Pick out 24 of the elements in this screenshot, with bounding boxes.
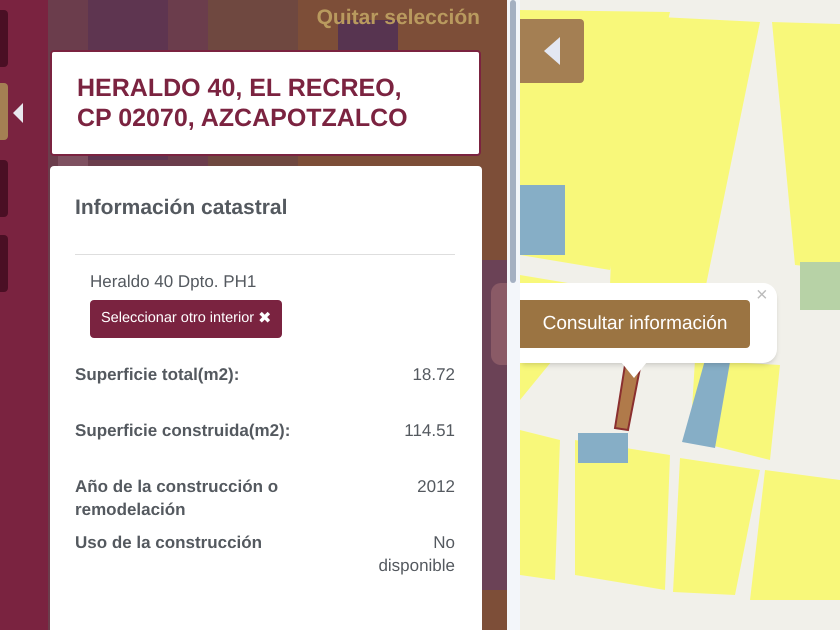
scrollbar[interactable]: [507, 0, 520, 630]
sidebar-tab[interactable]: [0, 160, 8, 217]
field-value: 18.72: [411, 364, 455, 386]
collapse-button[interactable]: [520, 19, 584, 83]
sidebar-tab[interactable]: [0, 83, 8, 140]
popup-pointer-icon: [621, 362, 647, 378]
unit-label: Heraldo 40 Dpto. PH1: [90, 270, 258, 292]
consult-info-button[interactable]: Consultar información: [520, 300, 750, 348]
field-label: Uso de la construcción: [75, 532, 264, 554]
field-value: 2012: [416, 476, 455, 498]
field-label: Superficie total(m2):: [75, 364, 240, 386]
field-label: Superficie construida(m2):: [75, 420, 292, 442]
sidebar-tab[interactable]: [0, 10, 8, 67]
field-value: No disponible: [377, 532, 455, 577]
select-other-button[interactable]: Seleccionar otro interior ✖: [90, 300, 282, 338]
field-label: Año de la construcción o remodelación: [75, 476, 280, 521]
scrollbar-thumb[interactable]: [510, 0, 516, 283]
sidebar-tab[interactable]: [0, 235, 8, 292]
card-title: Información catastral: [75, 195, 288, 221]
address-title: HERALDO 40, EL RECREO, CP 02070, AZCAPOTZALCO: [77, 73, 409, 133]
left-triangle-icon: [544, 37, 560, 65]
clear-selection-link[interactable]: Quitar selección: [316, 2, 480, 50]
left-triangle-icon: [13, 103, 23, 123]
field-value: 114.51: [403, 420, 455, 442]
